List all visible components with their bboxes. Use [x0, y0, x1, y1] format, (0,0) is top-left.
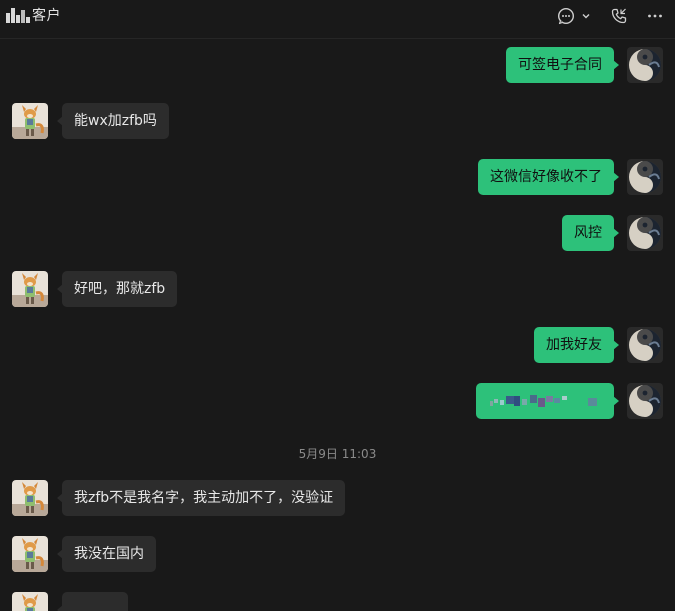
message-bubble-outgoing[interactable]: 可签电子合同	[506, 47, 619, 83]
chat-title: 客户	[6, 5, 61, 25]
contact-avatar[interactable]	[12, 536, 48, 572]
chevron-down-icon[interactable]	[579, 6, 593, 26]
my-avatar[interactable]	[627, 159, 663, 195]
message-bubble-incoming[interactable]: 能wx加zfb吗	[57, 103, 169, 139]
message-bubble-incoming[interactable]: 我zfb不是我名字，我主动加不了，没验证	[56, 480, 346, 516]
message-bubble-outgoing[interactable]: 这微信好像收不了	[478, 159, 619, 195]
message-bubble-incoming[interactable]	[57, 592, 128, 611]
chat-header: 客户	[0, 0, 675, 39]
chat-bubble-icon[interactable]	[556, 6, 576, 26]
redacted-content-mosaic	[488, 393, 608, 409]
message-bubble-outgoing[interactable]: 风控	[562, 215, 619, 251]
contact-avatar[interactable]	[12, 103, 48, 139]
my-avatar[interactable]	[627, 327, 663, 363]
message-timestamp: 5月9日 11:03	[298, 447, 377, 461]
redacted-name-mosaic	[6, 7, 31, 23]
contact-avatar[interactable]	[12, 592, 48, 611]
contact-avatar[interactable]	[12, 271, 48, 307]
my-avatar[interactable]	[627, 383, 663, 419]
phone-call-icon[interactable]	[609, 6, 629, 26]
message-list[interactable]: 可签电子合同 能wx加zfb吗 这微信好像收不了 风控 好吧，那就zfb 加我好…	[0, 40, 675, 611]
contact-avatar[interactable]	[12, 480, 48, 516]
my-avatar[interactable]	[627, 47, 663, 83]
message-bubble-outgoing[interactable]: 加我好友	[534, 327, 619, 363]
message-bubble-incoming[interactable]: 我没在国内	[57, 536, 156, 572]
more-icon[interactable]	[645, 6, 665, 26]
message-bubble-incoming[interactable]: 好吧，那就zfb	[56, 271, 178, 307]
chat-title-text: 客户	[32, 8, 61, 24]
my-avatar[interactable]	[627, 215, 663, 251]
message-bubble-outgoing-redacted[interactable]	[476, 383, 619, 419]
